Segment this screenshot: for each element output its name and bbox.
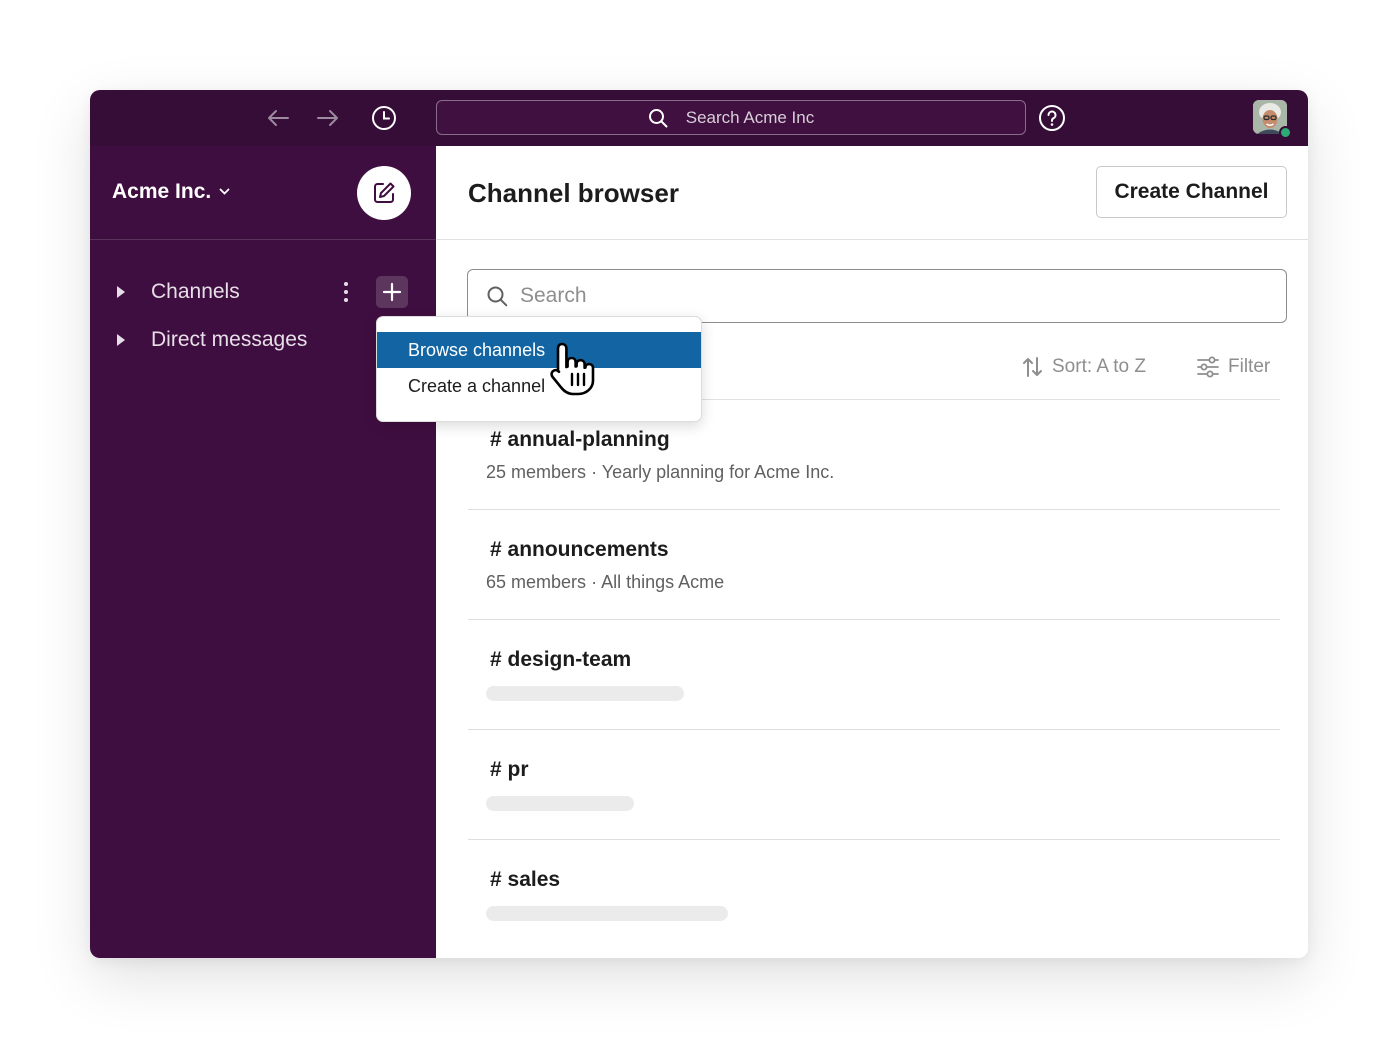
forward-arrow-icon[interactable] xyxy=(314,104,342,132)
loading-placeholder xyxy=(486,686,684,701)
chevron-down-icon xyxy=(219,185,230,199)
sidebar-section-channels[interactable]: Channels xyxy=(112,276,240,308)
channel-row[interactable]: # announcements 65 members · All things … xyxy=(468,510,1280,620)
channel-description: · All things Acme xyxy=(591,572,725,592)
history-clock-icon[interactable] xyxy=(370,104,398,132)
sort-label: Sort: A to Z xyxy=(1052,356,1146,377)
filter-icon xyxy=(1197,356,1219,378)
sidebar-section-direct-messages[interactable]: Direct messages xyxy=(112,324,307,356)
hand-pointer-cursor-icon xyxy=(548,340,600,403)
channel-options-menu: Browse channels Create a channel xyxy=(376,316,702,422)
main-panel: Channel browser Create Channel Sort: A t… xyxy=(436,146,1308,958)
menu-item-create-channel[interactable]: Create a channel xyxy=(377,368,701,404)
search-icon xyxy=(648,108,668,127)
channel-row[interactable]: # sales xyxy=(468,840,1280,950)
channel-name: # design-team xyxy=(490,648,632,671)
channel-row[interactable]: # design-team xyxy=(468,620,1280,730)
sort-icon xyxy=(1023,357,1042,377)
channel-meta: 65 members · All things Acme xyxy=(486,572,724,593)
help-icon[interactable] xyxy=(1038,104,1066,132)
compose-icon xyxy=(374,182,395,203)
workspace-name: Acme Inc. xyxy=(112,180,212,203)
search-icon xyxy=(487,286,508,307)
loading-placeholder xyxy=(486,796,634,811)
channel-name: # pr xyxy=(490,758,529,781)
workspace-search-bar[interactable]: Search Acme Inc xyxy=(436,100,1026,135)
workspace-header: Acme Inc. xyxy=(90,146,436,240)
channel-search-input[interactable] xyxy=(520,284,1220,308)
channel-name: # announcements xyxy=(490,538,669,561)
add-channel-button[interactable] xyxy=(376,276,408,308)
filter-label: Filter xyxy=(1228,356,1271,377)
channel-name: # annual-planning xyxy=(490,428,670,451)
caret-right-icon xyxy=(117,286,125,298)
back-arrow-icon[interactable] xyxy=(264,104,292,132)
presence-indicator xyxy=(1279,126,1292,139)
page-title: Channel browser xyxy=(468,178,679,208)
main-header: Channel browser Create Channel xyxy=(436,146,1308,240)
more-options-icon[interactable] xyxy=(336,276,356,308)
sidebar-section-label: Channels xyxy=(151,280,240,303)
filter-button[interactable]: Filter xyxy=(1196,352,1270,382)
sort-button[interactable]: Sort: A to Z xyxy=(1022,352,1146,382)
menu-item-browse-channels[interactable]: Browse channels xyxy=(377,332,701,368)
workspace-switcher[interactable]: Acme Inc. xyxy=(112,180,230,204)
channel-row[interactable]: # pr xyxy=(468,730,1280,840)
caret-right-icon xyxy=(117,334,125,346)
channel-name: # sales xyxy=(490,868,561,891)
channel-meta: 25 members · Yearly planning for Acme In… xyxy=(486,462,834,483)
user-avatar[interactable] xyxy=(1253,100,1292,139)
channel-description: · Yearly planning for Acme Inc. xyxy=(591,462,835,482)
create-channel-button[interactable]: Create Channel xyxy=(1096,166,1287,218)
sidebar-section-label: Direct messages xyxy=(151,328,308,351)
top-bar: Search Acme Inc xyxy=(90,90,1308,146)
channel-members: 65 members xyxy=(486,572,587,592)
channel-search-field[interactable] xyxy=(467,269,1287,323)
channel-members: 25 members xyxy=(486,462,587,482)
channel-list: # annual-planning 25 members · Yearly pl… xyxy=(468,399,1280,950)
plus-icon xyxy=(382,282,402,302)
workspace-search-placeholder: Search Acme Inc xyxy=(685,107,815,127)
sidebar: Acme Inc. Channels Direct messages xyxy=(90,146,436,958)
compose-button[interactable] xyxy=(357,166,411,220)
app-window: Search Acme Inc Acme Inc. Channels Direc… xyxy=(90,90,1308,958)
loading-placeholder xyxy=(486,906,728,921)
